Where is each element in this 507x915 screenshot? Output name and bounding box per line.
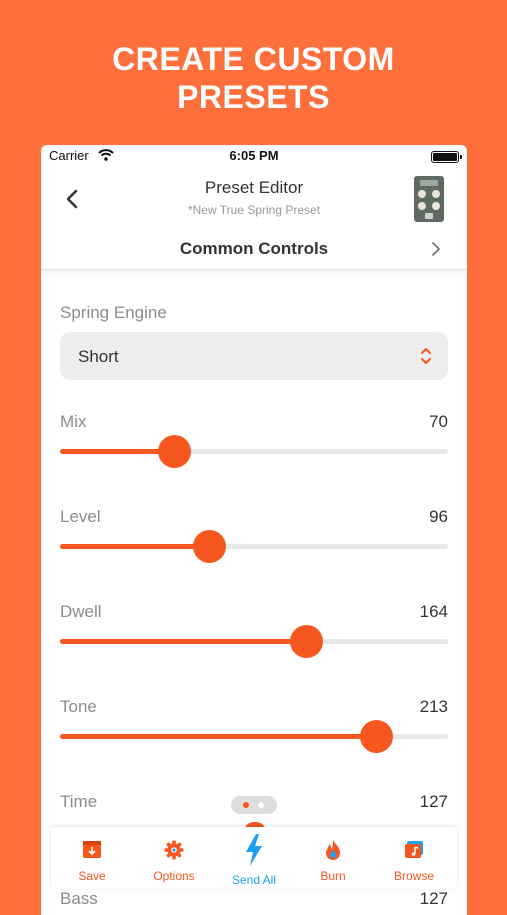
tab-label: Burn: [320, 869, 346, 883]
tab-options[interactable]: Options: [135, 827, 213, 889]
slider-track[interactable]: [60, 625, 448, 658]
pedal-knob: [432, 202, 440, 210]
page-dot-active: [243, 802, 249, 808]
slider-value: 213: [419, 697, 448, 716]
tab-label: Browse: [393, 869, 434, 883]
phone-screen: Carrier 6:05 PM Preset Editor *New True …: [41, 145, 467, 915]
tab-save[interactable]: Save: [53, 827, 131, 889]
slider-value: 70: [429, 412, 448, 431]
tab-burn[interactable]: Burn: [294, 827, 372, 889]
slider-label: Tone: [60, 697, 97, 716]
section-label: Common Controls: [179, 239, 329, 258]
battery-icon: [431, 151, 462, 163]
tab-label: Send All: [231, 873, 277, 887]
chevron-right-icon: [432, 242, 440, 256]
status-time: 6:05 PM: [229, 148, 279, 163]
slider-thumb[interactable]: [193, 530, 227, 563]
gear-icon: [164, 840, 184, 860]
slider-track[interactable]: [60, 435, 448, 468]
slider-thumb[interactable]: [158, 435, 192, 468]
spring-engine-select[interactable]: Short: [60, 332, 448, 380]
pedal-knob: [432, 190, 440, 198]
slider-label: Bass: [60, 889, 98, 908]
flame-icon: [326, 840, 340, 860]
pedal-knob: [418, 190, 426, 198]
tab-label: Options: [153, 869, 195, 883]
page-title: Preset Editor: [204, 178, 304, 197]
section-header-common-controls[interactable]: Common Controls: [41, 229, 467, 270]
spring-engine-value: Short: [78, 347, 119, 366]
slider-label: Mix: [60, 412, 87, 431]
promo-line-2: PRESETS: [177, 79, 330, 115]
slider-thumb[interactable]: [290, 625, 324, 658]
navigation-bar: Preset Editor *New True Spring Preset: [41, 167, 467, 229]
slider-label: Time: [60, 792, 98, 811]
music-folder-icon: [405, 841, 423, 858]
bottom-toolbar: Save Options Send All Burn Browse: [51, 827, 457, 889]
slider-value: 127: [419, 889, 448, 908]
tab-browse[interactable]: Browse: [375, 827, 453, 889]
lightning-icon: [246, 834, 262, 866]
slider-track[interactable]: [60, 720, 448, 753]
preset-subtitle: *New True Spring Preset: [187, 203, 321, 217]
pedal-thumbnail[interactable]: [414, 176, 444, 222]
page-dot: [258, 802, 264, 808]
slider-fill: [60, 449, 175, 454]
tab-label: Save: [78, 869, 106, 883]
spring-engine-label: Spring Engine: [60, 303, 167, 322]
slider-value: 96: [429, 507, 448, 526]
save-icon: [83, 841, 101, 858]
slider-track[interactable]: [60, 530, 448, 563]
slider-fill: [60, 639, 307, 644]
slider-value: 164: [419, 602, 448, 621]
bass-row: Bass 127: [60, 889, 448, 909]
pedal-knob: [418, 202, 426, 210]
page-indicator[interactable]: [231, 796, 277, 814]
tab-send-all[interactable]: Send All: [215, 827, 293, 889]
slider-thumb[interactable]: [360, 720, 394, 753]
promo-headline: CREATE CUSTOM PRESETS: [0, 40, 507, 116]
slider-value: 127: [419, 792, 448, 811]
pedal-display: [420, 180, 438, 186]
slider-fill: [60, 734, 377, 739]
status-bar: Carrier 6:05 PM: [41, 145, 467, 167]
slider-label: Dwell: [60, 602, 102, 621]
slider-fill: [60, 544, 210, 549]
chevron-up-down-icon: [421, 348, 431, 364]
promo-line-1: CREATE CUSTOM: [112, 41, 395, 77]
slider-label: Level: [60, 507, 101, 526]
pedal-footswitch: [425, 213, 433, 219]
